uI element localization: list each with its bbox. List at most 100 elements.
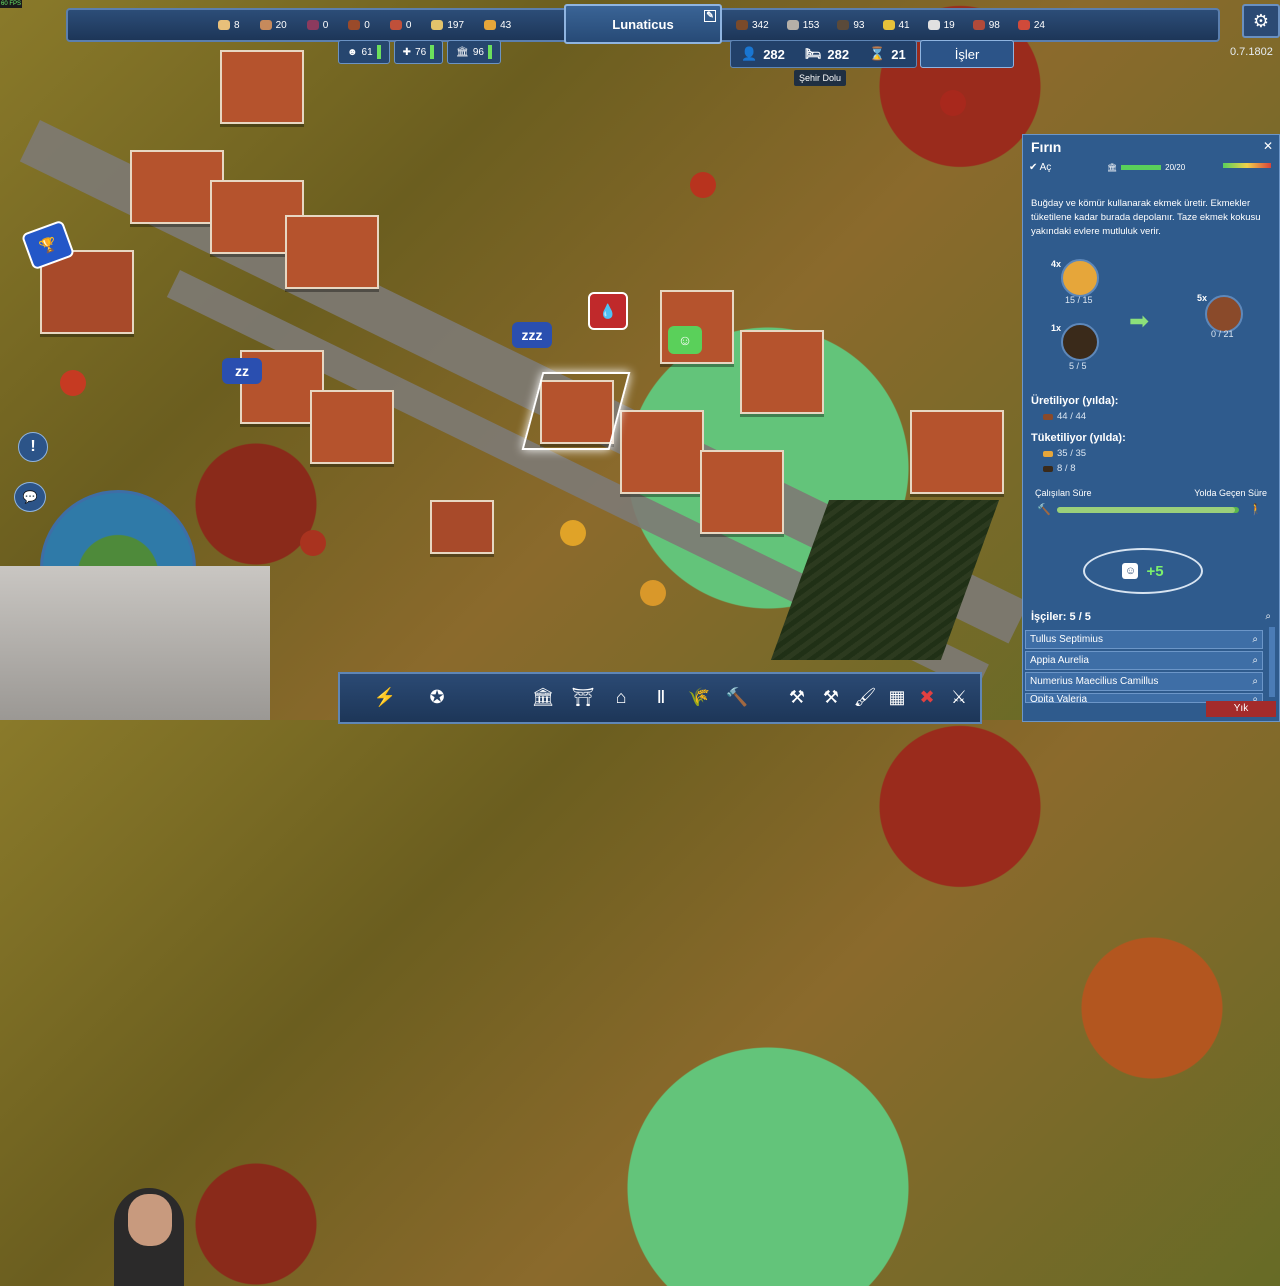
city-name-box[interactable]: Lunaticus ✎ (564, 4, 722, 44)
tools-icon[interactable]: ⚒ (780, 680, 814, 714)
cancel-icon[interactable]: ✖ (910, 680, 944, 714)
resource-item[interactable]: 43 (484, 20, 511, 31)
resource-item[interactable]: 20 (259, 20, 287, 31)
population-bar: 👤 282 🛏 282 ⌛ 21 (730, 40, 917, 68)
wheat-input-slot[interactable] (1061, 259, 1099, 297)
house-building[interactable] (910, 410, 1004, 494)
open-toggle[interactable]: ✔ Aç (1029, 162, 1051, 173)
wheat-icon (1043, 450, 1053, 457)
population-count[interactable]: 👤 282 (731, 46, 795, 62)
resource-item[interactable]: 0 (306, 20, 328, 31)
resource-item[interactable]: 24 (1017, 19, 1045, 31)
happy-face-icon: ☺ (1122, 563, 1139, 579)
settings-gear-icon[interactable]: ⚙ (1242, 4, 1280, 38)
house-building[interactable] (430, 500, 494, 554)
house-building[interactable] (620, 410, 704, 494)
webcam-overlay (0, 566, 270, 1286)
resource-item[interactable]: 8 (218, 20, 240, 31)
arrow-right-icon: ➡ (1129, 308, 1150, 335)
locate-icon[interactable]: ⌕ (1252, 652, 1258, 669)
locate-icon[interactable]: ⌕ (1252, 673, 1258, 690)
build-toolbar: ⚡ ✪ 🏛 ⛩ ⌂ Ⅱ 🌾 🔨 ⚒ ⚒ 🖌 ▦ ✖ ⚔ (338, 672, 982, 724)
resource-value: 24 (1033, 19, 1045, 31)
resource-item[interactable]: 0 (348, 20, 370, 31)
storage-icon: 🏛 (1107, 163, 1118, 172)
happiness-stat[interactable]: ☻ 61 (338, 40, 390, 64)
meat-icon (972, 20, 985, 30)
house-building[interactable] (700, 450, 784, 534)
grid-icon[interactable]: ▦ (880, 680, 914, 714)
resource-value: 19 (943, 19, 955, 31)
aqueduct-icon[interactable]: ⛩ (566, 680, 600, 714)
streamer-face (128, 1194, 172, 1246)
hammer-icon[interactable]: 🔨 (720, 680, 754, 714)
temple-icon[interactable]: ⌂ (604, 680, 638, 714)
marble-icon (927, 20, 940, 30)
resource-value: 0 (405, 19, 412, 31)
chat-icon[interactable]: 💬 (14, 482, 46, 512)
resource-value: 41 (898, 19, 910, 31)
house-building[interactable] (310, 390, 394, 464)
sleep-icon[interactable]: zzz (512, 322, 552, 348)
worker-item[interactable]: Tullus Septimius ⌕ (1025, 630, 1263, 649)
wheat-icon (431, 20, 444, 30)
consuming-row: 8 / 8 (1043, 463, 1076, 474)
worker-item[interactable]: Numerius Maecilius Camillus ⌕ (1025, 672, 1263, 691)
temple-icon: 🏛 (456, 46, 469, 58)
wheat-icon[interactable]: 🌾 (682, 680, 716, 714)
worker-item[interactable]: Appia Aurelia ⌕ (1025, 651, 1263, 670)
input1-count: 15 / 15 (1065, 295, 1093, 305)
housing-count[interactable]: 🛏 282 (795, 46, 859, 62)
workers-scrollbar[interactable] (1269, 627, 1275, 697)
tree (60, 370, 86, 396)
tree (690, 172, 716, 198)
sleep-icon[interactable]: zz (222, 358, 262, 384)
culture-stat[interactable]: 🏛 96 (447, 40, 501, 64)
resource-value: 93 (853, 19, 865, 31)
bank-icon[interactable]: 🏛 (526, 680, 560, 714)
resource-item[interactable]: 93 (837, 19, 865, 31)
demolish-button[interactable]: Yık (1206, 701, 1276, 717)
resource-item[interactable]: 197 (431, 20, 464, 31)
unemployed-count[interactable]: ⌛ 21 (859, 46, 916, 62)
house-building[interactable] (220, 50, 304, 124)
alert-icon[interactable]: ! (18, 432, 48, 462)
house-building[interactable] (285, 215, 379, 289)
demolish-icon[interactable]: ⚒ (814, 680, 848, 714)
input2-count: 5 / 5 (1069, 361, 1087, 371)
locate-icon[interactable]: ⌕ (1252, 631, 1258, 648)
output-count: 0 / 21 (1211, 329, 1234, 339)
happy-face-icon[interactable]: ☺ (668, 326, 702, 354)
resource-item[interactable]: 153 (786, 20, 819, 31)
resource-item[interactable]: 41 (882, 19, 910, 31)
close-icon[interactable]: ✕ (1263, 139, 1273, 153)
travel-time-label: Yolda Geçen Süre (1194, 488, 1267, 498)
workers-list: Tullus Septimius ⌕ Appia Aurelia ⌕ Numeriu… (1025, 630, 1263, 705)
resource-value: 98 (988, 19, 1000, 31)
resource-value: 8 (234, 19, 240, 31)
housing-tooltip: Şehir Dolu (794, 70, 847, 86)
pottery-icon (259, 20, 272, 30)
resource-item[interactable]: 19 (927, 19, 955, 31)
lightning-icon[interactable]: ⚡ (368, 680, 402, 714)
resource-item[interactable]: 98 (972, 19, 1000, 31)
health-stat[interactable]: ✚ 76 (393, 40, 444, 64)
road-brush-icon[interactable]: 🖌 (848, 680, 882, 714)
search-icon[interactable]: ⌕ (1265, 611, 1271, 622)
workers-label: İşçiler: 5 / 5 (1031, 611, 1091, 623)
sword-icon[interactable]: ⚔ (942, 680, 976, 714)
house-building[interactable] (740, 330, 824, 414)
laurel-star-icon[interactable]: ✪ (420, 680, 454, 714)
resource-value: 197 (447, 19, 465, 31)
efficiency-bar (1223, 163, 1271, 168)
resource-item[interactable]: 0 (389, 19, 412, 31)
resource-item[interactable]: 342 (736, 20, 769, 31)
coal-input-slot[interactable] (1061, 323, 1099, 361)
water-drop-icon[interactable]: 💧 (588, 292, 628, 330)
column-icon[interactable]: Ⅱ (644, 680, 678, 714)
jobs-button[interactable]: İşler (920, 40, 1014, 68)
rename-icon[interactable]: ✎ (704, 10, 716, 22)
grapes-icon (306, 20, 319, 30)
bread-output-slot[interactable] (1205, 295, 1243, 333)
bread-icon (1043, 413, 1053, 420)
